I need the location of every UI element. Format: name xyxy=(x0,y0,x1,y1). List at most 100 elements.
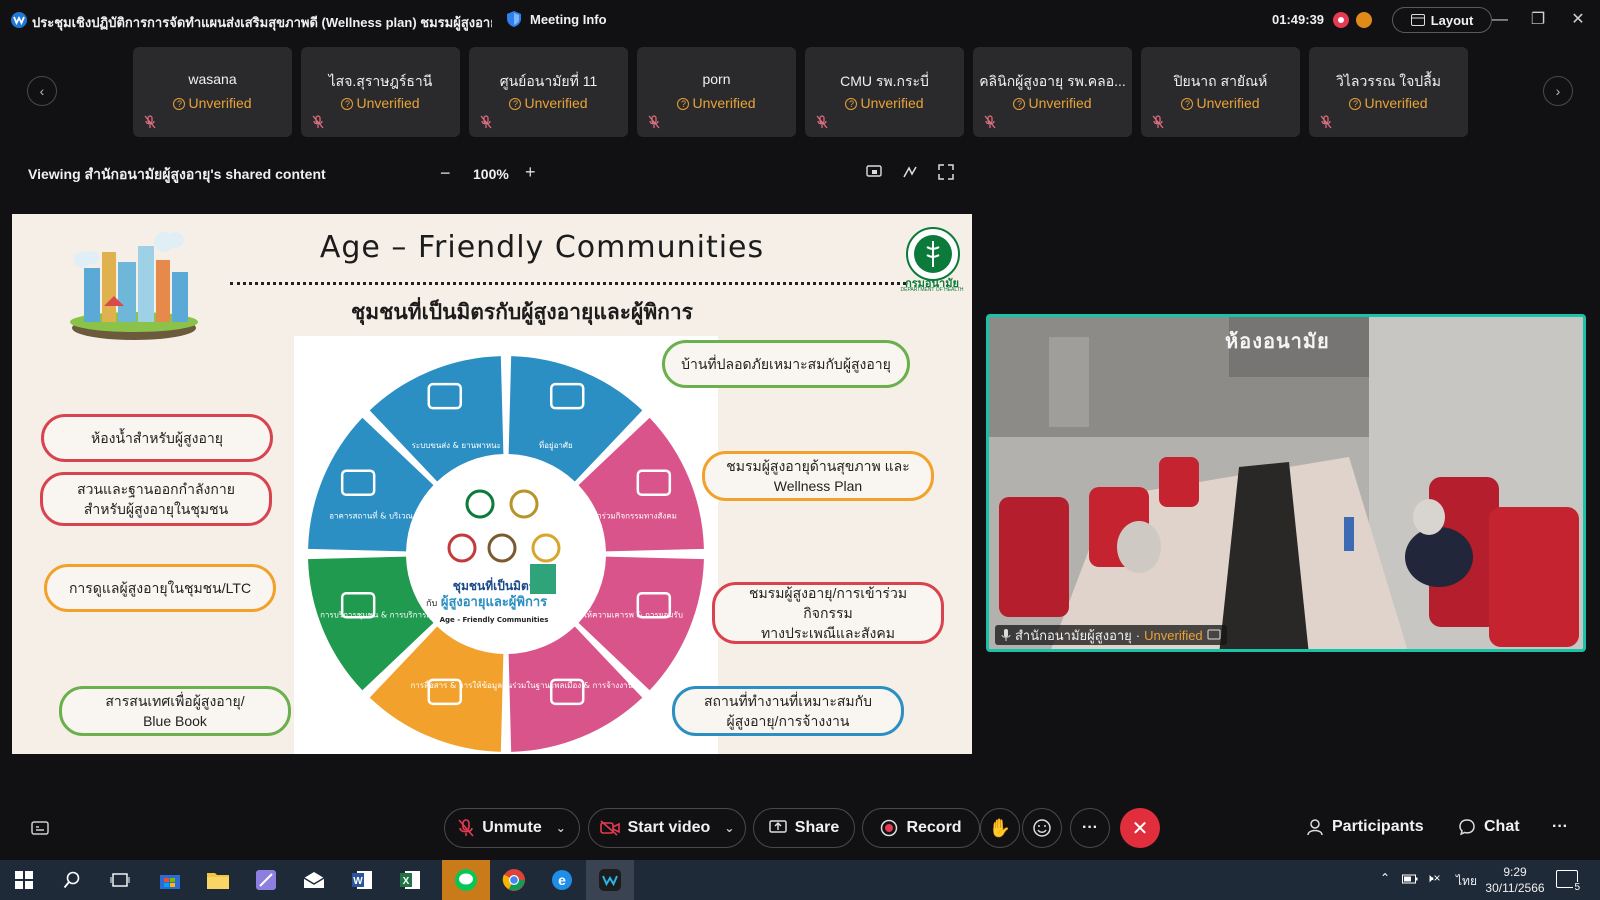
fullscreen-icon[interactable] xyxy=(937,163,955,181)
chevron-up-icon[interactable]: ⌃ xyxy=(1380,871,1390,885)
participant-tile[interactable]: วิไลวรรณ ใจปลื้ม? Unverified xyxy=(1309,47,1468,137)
chrome-icon[interactable] xyxy=(500,866,528,894)
reactions-button[interactable] xyxy=(1022,808,1062,848)
edge-icon[interactable]: e xyxy=(548,866,576,894)
callout-text: สารสนเทศเพื่อผู้สูงอายุ/ Blue Book xyxy=(105,691,244,731)
zoom-out-button[interactable]: − xyxy=(440,163,451,184)
alert-indicator-icon[interactable] xyxy=(1356,12,1372,28)
start-video-button[interactable]: Start video ⌄ xyxy=(588,808,746,848)
shared-slide: Age – Friendly Communities ชุมชนที่เป็นม… xyxy=(12,214,972,754)
segment-label: การให้ความเคารพ & การยอมรับ xyxy=(569,611,683,620)
callout-line: Blue Book xyxy=(143,713,207,729)
share-button[interactable]: Share xyxy=(753,808,855,848)
agency-logo-icon xyxy=(531,533,561,563)
svg-text:W: W xyxy=(353,876,363,887)
agency-logo-icon xyxy=(447,533,477,563)
participant-name: วิไลวรรณ ใจปลื้ม xyxy=(1336,73,1441,89)
participant-status: ? Unverified xyxy=(805,95,964,111)
captions-icon[interactable] xyxy=(30,818,50,838)
minimize-icon[interactable]: — xyxy=(1488,8,1512,32)
microphone-muted-icon xyxy=(816,115,828,129)
slide-title: Age – Friendly Communities xyxy=(319,230,765,265)
notification-center-icon[interactable]: 5 xyxy=(1556,870,1581,893)
callout-text: สวนและฐานออกกำลังกาย สำหรับผู้สูงอายุในชุ… xyxy=(77,479,235,519)
unverified-icon: ? xyxy=(1181,98,1194,110)
participant-tile[interactable]: porn? Unverified xyxy=(637,47,796,137)
video-frame xyxy=(989,317,1583,649)
input-language[interactable]: ไทย xyxy=(1456,872,1477,891)
meeting-info-button[interactable]: Meeting Info xyxy=(506,10,607,28)
windows-start-icon[interactable] xyxy=(10,866,38,894)
video-name-label: สำนักอนามัยผู้สูงอายุ · Unverified xyxy=(995,625,1227,645)
close-icon[interactable]: ✕ xyxy=(1566,8,1590,32)
speaker-muted-icon[interactable]: 🕨× xyxy=(1426,871,1441,886)
participant-status-label: Unverified xyxy=(1364,95,1428,111)
participant-name: CMU รพ.กระบี่ xyxy=(840,73,929,89)
zoom-in-button[interactable]: + xyxy=(525,162,536,183)
callout-text: สถานที่ทำงานที่เหมาะสมกับ ผู้สูงอายุ/การจ… xyxy=(704,691,872,731)
excel-icon[interactable]: X xyxy=(396,866,424,894)
end-call-button[interactable]: ✕ xyxy=(1120,808,1160,848)
callout-line: ชมรมผู้สูงอายุด้านสุขภาพ และ xyxy=(726,458,910,474)
wheel-center-text: ชุมชนที่เป็นมิตร xyxy=(453,577,536,594)
participant-status-label: Unverified xyxy=(692,95,756,111)
callout-pill: สถานที่ทำงานที่เหมาะสมกับ ผู้สูงอายุ/การจ… xyxy=(672,686,904,736)
callout-text: ชมรมผู้สูงอายุด้านสุขภาพ และ Wellness Pla… xyxy=(726,456,910,496)
share-view-icon[interactable] xyxy=(865,163,883,181)
participants-button[interactable]: Participants xyxy=(1306,818,1424,836)
search-icon[interactable] xyxy=(58,866,86,894)
wheel-center-text: ผู้สูงอายุและผู้พิการ xyxy=(441,594,547,610)
participant-tile[interactable]: ไสจ.สุราษฎร์ธานี? Unverified xyxy=(301,47,460,137)
participant-status-label: Unverified xyxy=(1196,95,1260,111)
more-panels-button[interactable]: ··· xyxy=(1552,818,1568,836)
unmute-button[interactable]: Unmute ⌄ xyxy=(444,808,580,848)
notification-count: 5 xyxy=(1573,882,1581,893)
active-speaker-video[interactable]: ห้องอนามัย สำนักอนามัยผู้สูงอายุ · Unver… xyxy=(986,314,1586,652)
participant-tile[interactable]: ปิยนาถ สายัณห์? Unverified xyxy=(1141,47,1300,137)
unverified-icon: ? xyxy=(845,98,858,110)
more-icon: ··· xyxy=(1082,819,1098,836)
zoom-level[interactable]: 100% xyxy=(473,166,509,182)
meeting-info-label: Meeting Info xyxy=(530,11,607,27)
mail-icon[interactable] xyxy=(300,866,328,894)
word-icon[interactable]: W xyxy=(348,866,376,894)
layout-icon xyxy=(1410,14,1425,26)
share-screen-icon xyxy=(769,820,787,833)
wheel-center-prefix: กับ xyxy=(426,599,437,609)
previous-participants-button[interactable]: ‹ xyxy=(27,76,57,106)
annotate-icon[interactable] xyxy=(901,163,919,181)
microphone-muted-icon xyxy=(1152,115,1164,129)
callout-line: การดูแลผู้สูงอายุในชุมชน/LTC xyxy=(68,580,252,596)
restore-icon[interactable]: ❐ xyxy=(1526,8,1550,32)
file-explorer-icon[interactable] xyxy=(204,866,232,894)
microphone-muted-icon xyxy=(144,115,156,129)
record-button[interactable]: Record xyxy=(862,808,980,848)
next-participants-button[interactable]: › xyxy=(1543,76,1573,106)
participant-tile[interactable]: คลินิกผู้สูงอายุ รพ.คลอ...? Unverified xyxy=(973,47,1132,137)
participant-tile[interactable]: CMU รพ.กระบี่ ? Unverified xyxy=(805,47,964,137)
store-icon[interactable] xyxy=(156,866,184,894)
more-options-button[interactable]: ··· xyxy=(1070,808,1110,848)
hand-icon: ✋ xyxy=(988,817,1012,838)
windows-taskbar xyxy=(0,860,1600,900)
callout-text: การดูแลผู้สูงอายุในชุมชน/LTC xyxy=(69,578,251,598)
recording-indicator-icon[interactable] xyxy=(1333,12,1349,28)
callout-line: บ้านที่ปลอดภัยเหมาะสมกับผู้สูงอายุ xyxy=(681,356,891,372)
battery-icon[interactable] xyxy=(1402,873,1418,885)
segment-label: ระบบขนส่ง & ยานพาหนะ xyxy=(412,441,501,450)
unverified-icon: ? xyxy=(173,98,186,110)
meeting-timer: 01:49:39 xyxy=(1272,12,1325,27)
paint-icon[interactable] xyxy=(252,866,280,894)
person-icon xyxy=(1307,819,1323,836)
chat-button[interactable]: Chat xyxy=(1458,818,1520,836)
taskbar-clock[interactable]: 9:29 30/11/2566 xyxy=(1480,864,1550,896)
microphone-muted-icon xyxy=(480,115,492,129)
webex-taskbar-icon[interactable] xyxy=(596,866,624,894)
layout-button[interactable]: Layout xyxy=(1392,7,1492,33)
line-app-icon[interactable] xyxy=(452,866,480,894)
participant-tile[interactable]: wasana? Unverified xyxy=(133,47,292,137)
callout-text: ห้องน้ำสำหรับผู้สูงอายุ xyxy=(91,428,223,448)
participant-tile[interactable]: ศูนย์อนามัยที่ 11? Unverified xyxy=(469,47,628,137)
task-view-icon[interactable] xyxy=(106,866,134,894)
raise-hand-button[interactable]: ✋ xyxy=(980,808,1020,848)
